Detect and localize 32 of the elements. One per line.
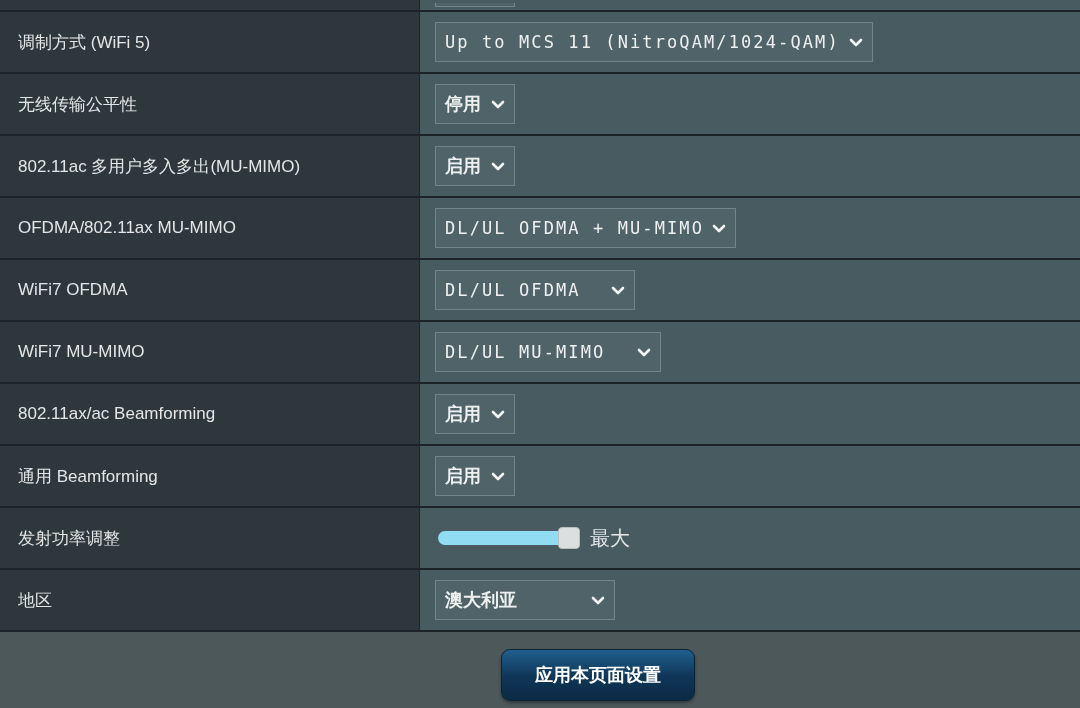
- setting-label: 无线传输公平性: [18, 93, 137, 116]
- dropdown[interactable]: 停用: [435, 84, 515, 124]
- slider-reading: 最大: [590, 525, 630, 551]
- chevron-down-icon: [849, 37, 863, 47]
- setting-label: 802.11ac 多用户多入多出(MU-MIMO): [18, 155, 301, 178]
- apply-button[interactable]: 应用本页面设置: [501, 649, 695, 701]
- setting-label: 通用 Beamforming: [18, 465, 158, 488]
- setting-label: 调制方式 (WiFi 5): [18, 31, 151, 54]
- chevron-down-icon: [491, 409, 505, 419]
- chevron-down-icon: [491, 471, 505, 481]
- setting-label: 802.11ax/ac Beamforming: [18, 404, 216, 424]
- chevron-down-icon: [491, 99, 505, 109]
- dropdown[interactable]: 启用: [435, 456, 515, 496]
- dropdown[interactable]: 澳大利亚: [435, 580, 615, 620]
- setting-label: 发射功率调整: [18, 527, 120, 550]
- chevron-down-icon: [637, 347, 651, 357]
- setting-label: 地区: [18, 589, 52, 612]
- dropdown[interactable]: DL/UL OFDMA: [435, 270, 635, 310]
- chevron-down-icon: [491, 161, 505, 171]
- setting-label: WiFi7 OFDMA: [18, 280, 128, 300]
- slider-thumb[interactable]: [558, 527, 580, 549]
- dropdown[interactable]: 启用: [435, 146, 515, 186]
- setting-label: OFDMA/802.11ax MU-MIMO: [18, 218, 236, 238]
- dropdown[interactable]: DL/UL OFDMA + MU-MIMO: [435, 208, 736, 248]
- setting-label: WiFi7 MU-MIMO: [18, 342, 145, 362]
- dropdown[interactable]: DL/UL MU-MIMO: [435, 332, 661, 372]
- dropdown[interactable]: 启用: [435, 394, 515, 434]
- chevron-down-icon: [712, 223, 726, 233]
- dropdown[interactable]: Up to MCS 11 (NitroQAM/1024-QAM): [435, 22, 873, 62]
- chevron-down-icon: [611, 285, 625, 295]
- slider-track[interactable]: [438, 527, 580, 549]
- chevron-down-icon: [591, 595, 605, 605]
